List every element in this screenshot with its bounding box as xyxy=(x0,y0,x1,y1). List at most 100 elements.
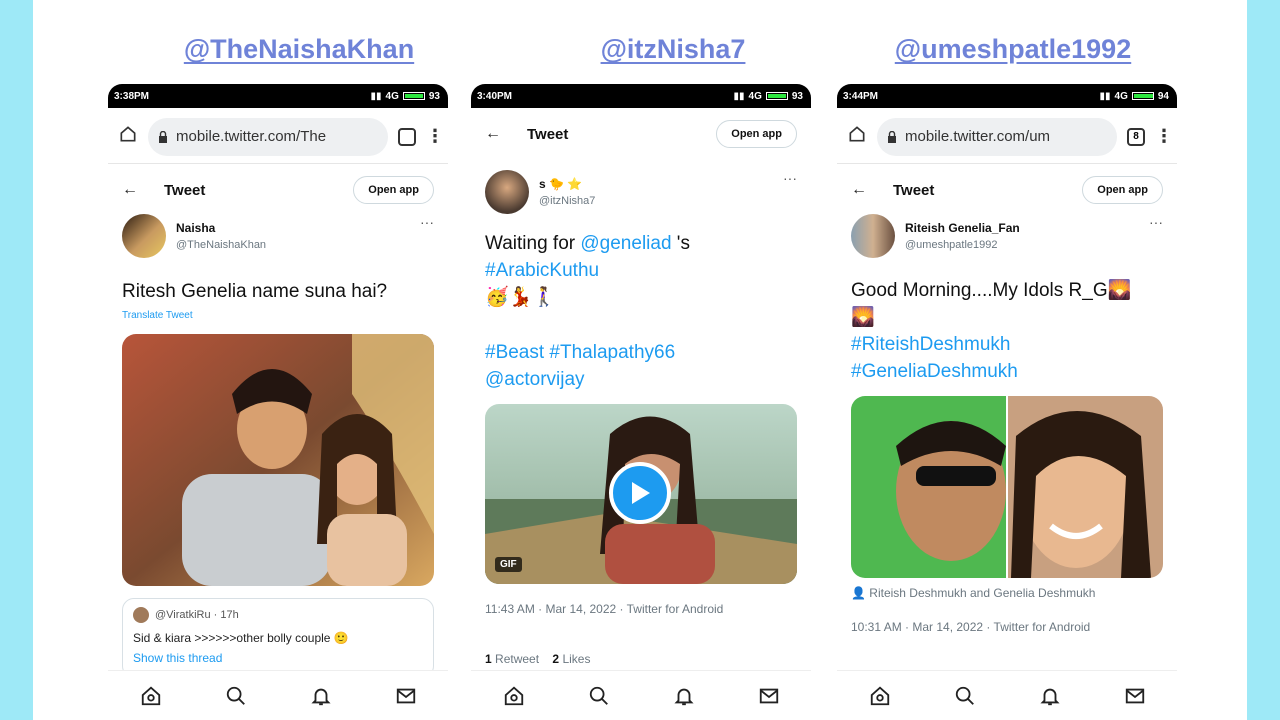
tweet-header: ← Tweet Open app xyxy=(471,112,811,156)
tweet-stats: 1 Retweet 2 Likes xyxy=(485,652,590,666)
back-arrow-icon[interactable]: ← xyxy=(485,125,501,143)
signal-icon: ▮▮ xyxy=(733,90,745,102)
search-icon[interactable] xyxy=(954,685,976,707)
home-icon[interactable] xyxy=(140,685,162,707)
page-title: Tweet xyxy=(893,181,935,199)
author-display-name[interactable]: Naisha xyxy=(176,221,410,235)
tweet-text: Good Morning....My Idols R_G🌄 🌄 #Riteish… xyxy=(851,277,1167,385)
battery-level: 93 xyxy=(428,90,440,102)
tweet-text: Waiting for @geneliad 's #ArabicKuthu 🥳💃… xyxy=(485,230,801,393)
battery-icon xyxy=(1131,92,1154,100)
hashtag-link-2[interactable]: #GeneliaDeshmukh xyxy=(851,358,1167,385)
bell-icon[interactable] xyxy=(673,685,695,707)
quote-avatar xyxy=(133,607,149,623)
tweet-author[interactable]: Naisha @TheNaishaKhan ··· xyxy=(122,214,434,258)
tweet-timestamp[interactable]: 11:43 AM · Mar 14, 2022 · Twitter for An… xyxy=(485,602,723,616)
quote-text: Sid & kiara >>>>>>other bolly couple 🙂 xyxy=(133,631,349,645)
more-options-icon[interactable]: ··· xyxy=(420,214,434,230)
quoted-reply-card[interactable]: @ViratkiRu · 17h Sid & kiara >>>>>>other… xyxy=(122,598,434,678)
more-options-icon[interactable]: ··· xyxy=(783,170,797,186)
network-label: 4G xyxy=(748,90,762,102)
mail-icon[interactable] xyxy=(395,685,417,707)
author-handle[interactable]: @TheNaishaKhan xyxy=(176,239,410,251)
open-app-button[interactable]: Open app xyxy=(353,176,434,204)
mention-link-2[interactable]: @actorvijay xyxy=(485,366,801,393)
battery-icon xyxy=(765,92,788,100)
mail-icon[interactable] xyxy=(1124,685,1146,707)
likes-count[interactable]: 2 xyxy=(552,652,559,666)
home-icon[interactable] xyxy=(503,685,525,707)
tab-switcher-button[interactable]: 8 xyxy=(1127,127,1145,146)
tweet-gif[interactable]: GIF xyxy=(485,404,797,584)
avatar[interactable] xyxy=(122,214,166,258)
signal-icon: ▮▮ xyxy=(370,90,382,102)
address-field[interactable]: mobile.twitter.com/um xyxy=(877,117,1117,156)
tagged-people[interactable]: 👤 Riteish Deshmukh and Genelia Deshmukh xyxy=(851,586,1095,600)
lock-icon xyxy=(159,130,167,143)
page-title: Tweet xyxy=(527,125,569,143)
play-button[interactable] xyxy=(609,462,671,524)
tweet-author[interactable]: Riteish Genelia_Fan @umeshpatle1992 ··· xyxy=(851,214,1163,258)
battery-level: 93 xyxy=(791,90,803,102)
phone-screen-3: 3:44PM ▮▮ 4G 94 mobile.twitter.com/um 8 … xyxy=(837,84,1177,720)
phone-screen-1: 3:38PM ▮▮ 4G 93 mobile.twitter.com/The ⋮… xyxy=(108,84,448,720)
search-icon[interactable] xyxy=(588,685,610,707)
avatar[interactable] xyxy=(851,214,895,258)
lock-icon xyxy=(888,130,896,143)
browser-menu-icon[interactable]: ⋮ xyxy=(426,126,444,147)
bell-icon[interactable] xyxy=(310,685,332,707)
address-text: mobile.twitter.com/um xyxy=(905,128,1051,145)
hashtag-link-1[interactable]: #RiteishDeshmukh xyxy=(851,331,1167,358)
battery-level: 94 xyxy=(1157,90,1169,102)
network-label: 4G xyxy=(385,90,399,102)
tweet-header: ← Tweet Open app xyxy=(108,168,448,212)
retweet-count[interactable]: 1 xyxy=(485,652,492,666)
status-bar: 3:44PM ▮▮ 4G 94 xyxy=(837,84,1177,108)
address-field[interactable]: mobile.twitter.com/The xyxy=(148,117,388,156)
back-arrow-icon[interactable]: ← xyxy=(851,181,867,199)
tab-switcher-button[interactable] xyxy=(398,127,416,146)
status-time: 3:38PM xyxy=(114,90,150,102)
author-handle[interactable]: @umeshpatle1992 xyxy=(905,239,1139,251)
panel-2-handle: @itzNisha7 xyxy=(600,34,746,64)
tweet-emojis: 🥳💃🚶‍♀️ xyxy=(485,287,556,308)
status-icons: ▮▮ 4G 94 xyxy=(1100,91,1169,102)
tweet-image[interactable] xyxy=(122,334,434,586)
browser-url-bar: mobile.twitter.com/The ⋮ xyxy=(108,110,448,164)
tweet-line-1-text: Waiting for xyxy=(485,233,581,254)
author-display-name[interactable]: Riteish Genelia_Fan xyxy=(905,221,1139,235)
open-app-button[interactable]: Open app xyxy=(1082,176,1163,204)
translate-link[interactable]: Translate Tweet xyxy=(122,310,193,321)
hashtag-link[interactable]: #ArabicKuthu xyxy=(485,257,801,284)
phone-screen-2: 3:40PM ▮▮ 4G 93 ← Tweet Open app s 🐤 ⭐ @… xyxy=(471,84,811,720)
panel-1-handle: @TheNaishaKhan xyxy=(183,34,415,64)
tweet-emoji: 🌄 xyxy=(851,307,875,328)
likes-label[interactable]: Likes xyxy=(562,652,590,666)
author-display-name[interactable]: s 🐤 ⭐ xyxy=(539,177,773,191)
tweet-image[interactable] xyxy=(851,396,1163,578)
search-icon[interactable] xyxy=(225,685,247,707)
retweet-label[interactable]: Retweet xyxy=(495,652,539,666)
mention-link[interactable]: @geneliad xyxy=(580,233,671,254)
avatar[interactable] xyxy=(485,170,529,214)
author-handle[interactable]: @itzNisha7 xyxy=(539,195,773,207)
browser-home-icon xyxy=(849,126,865,142)
mail-icon[interactable] xyxy=(758,685,780,707)
status-time: 3:40PM xyxy=(477,90,513,102)
more-options-icon[interactable]: ··· xyxy=(1149,214,1163,230)
status-icons: ▮▮ 4G 93 xyxy=(371,91,440,102)
home-button[interactable] xyxy=(847,124,867,149)
open-app-button[interactable]: Open app xyxy=(716,120,797,148)
home-icon[interactable] xyxy=(869,685,891,707)
browser-menu-icon[interactable]: ⋮ xyxy=(1155,126,1173,147)
back-arrow-icon[interactable]: ← xyxy=(122,181,138,199)
show-thread-link[interactable]: Show this thread xyxy=(133,651,423,665)
bell-icon[interactable] xyxy=(1039,685,1061,707)
tweet-photo xyxy=(851,396,1163,578)
home-button[interactable] xyxy=(118,124,138,149)
tagged-names[interactable]: Riteish Deshmukh and Genelia Deshmukh xyxy=(869,586,1095,600)
tweet-timestamp[interactable]: 10:31 AM · Mar 14, 2022 · Twitter for An… xyxy=(851,620,1090,634)
tweet-author[interactable]: s 🐤 ⭐ @itzNisha7 ··· xyxy=(485,170,797,214)
tweet-line-1: Waiting for @geneliad 's xyxy=(485,230,801,257)
hashtags-link[interactable]: #Beast #Thalapathy66 xyxy=(485,339,801,366)
